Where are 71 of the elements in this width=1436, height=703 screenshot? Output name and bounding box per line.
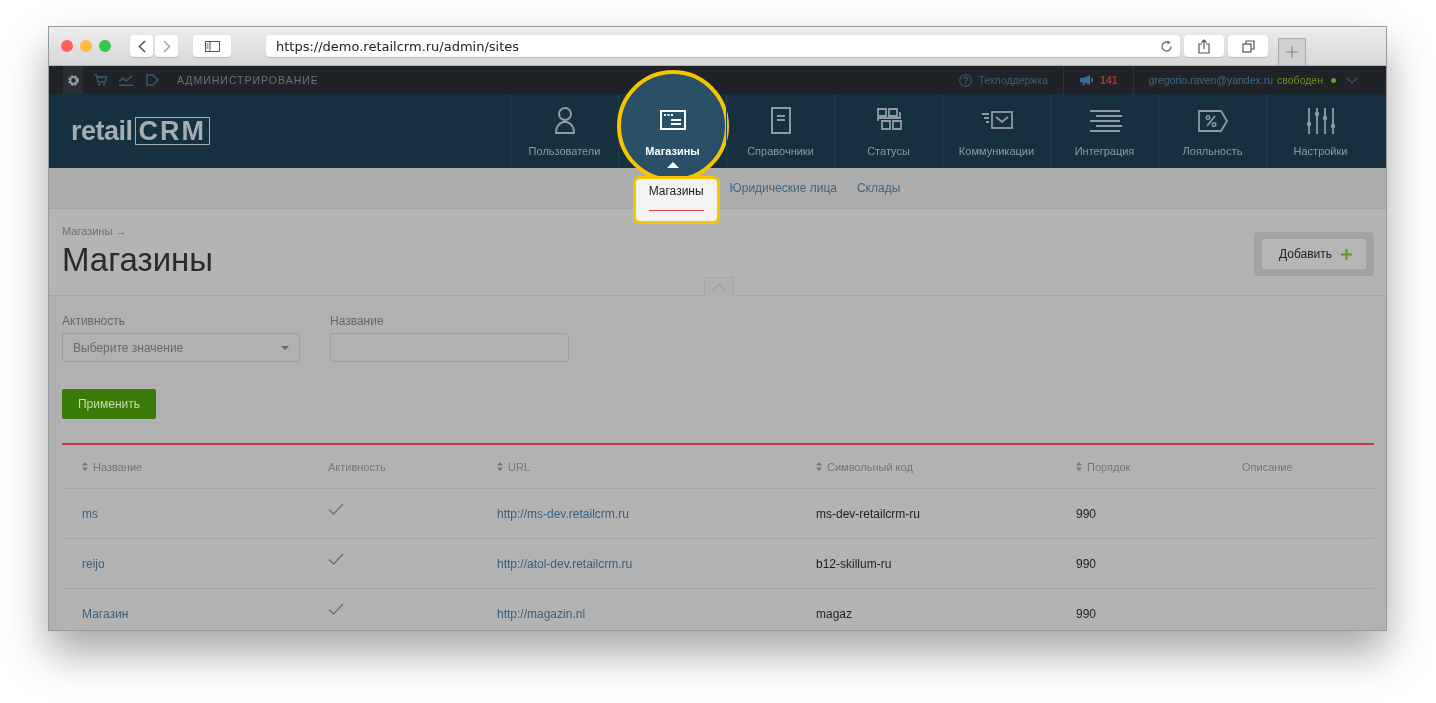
apply-button[interactable]: Применить (62, 389, 156, 419)
add-button[interactable]: Добавить (1261, 239, 1366, 269)
column-header[interactable]: Название (62, 460, 308, 473)
share-icon (1198, 38, 1210, 54)
nav-item[interactable]: Пользователи (511, 94, 618, 168)
new-tab-button[interactable] (1278, 38, 1306, 65)
column-header: Активность (327, 460, 387, 473)
logo[interactable]: retail CRM (71, 115, 211, 147)
share-button[interactable] (1184, 35, 1224, 57)
nav-item[interactable]: Справочники (727, 94, 834, 168)
tabs-button[interactable] (1228, 35, 1268, 57)
table-cell-text: 990 (1076, 606, 1098, 621)
megaphone-icon[interactable] (1079, 74, 1095, 86)
sort-icon (1076, 462, 1082, 471)
help-icon[interactable] (959, 73, 973, 87)
sub-tab[interactable]: Магазины (632, 176, 720, 224)
sub-tab[interactable]: Юридические лица (719, 173, 847, 203)
nav-item[interactable]: Коммуникации (943, 94, 1050, 168)
minimize-icon[interactable] (80, 40, 92, 52)
status-dot (1331, 77, 1336, 83)
forward-icon (162, 39, 171, 53)
sort-icon (816, 462, 822, 471)
table-cell-text: 990 (1076, 556, 1098, 571)
table-cell-text: 990 (1076, 506, 1098, 521)
tabs-icon (1241, 39, 1255, 53)
notification-count[interactable]: 141 (1100, 74, 1118, 86)
sidebar-button[interactable] (193, 35, 231, 57)
sidebar-icon (204, 40, 220, 52)
sort-icon (82, 462, 88, 471)
url-link[interactable]: http://atol-dev.retailcrm.ru (497, 556, 816, 571)
nav-item[interactable]: Настройки (1267, 94, 1374, 168)
nav-item[interactable]: Интеграция (1051, 94, 1158, 168)
reload-icon[interactable] (1160, 39, 1173, 53)
field-label: Название (330, 314, 385, 328)
table-cell-text: ms-dev-retailcrm-ru (816, 506, 921, 521)
url-link[interactable]: http://ms-dev.retailcrm.ru (497, 506, 816, 521)
field-label: Активность (62, 314, 126, 328)
column-header: Описание (1242, 460, 1293, 473)
url-text: https://demo.retailcrm.ru/admin/sites (276, 38, 520, 54)
close-icon[interactable] (61, 40, 73, 52)
url-link[interactable]: http://magazin.nl (497, 606, 816, 621)
chevron-down-icon[interactable] (1346, 76, 1358, 84)
column-header[interactable]: Символьный код (816, 460, 1076, 473)
activity-select[interactable]: Выберите значение (62, 333, 300, 362)
column-header[interactable]: Порядок (1076, 460, 1242, 473)
plus-icon (1286, 46, 1298, 58)
user-status: свободен (1277, 74, 1323, 86)
nav-item[interactable]: Лояльность (1159, 94, 1266, 168)
settings-icon[interactable] (63, 66, 83, 94)
back-icon (137, 39, 146, 53)
section-label: АДМИНИСТРИРОВАНИЕ (177, 74, 319, 86)
user-email[interactable]: gregorio.raven@yandex.ru (1148, 74, 1274, 86)
address-bar[interactable]: https://demo.retailcrm.ru/admin/sites (266, 35, 1180, 57)
shop-name-link[interactable]: reijo (62, 556, 308, 571)
collapse-tab[interactable] (704, 277, 734, 296)
column-header[interactable]: URL (497, 460, 816, 473)
page-title: Магазины (62, 241, 213, 279)
support-link[interactable]: Техподдержка (978, 74, 1049, 86)
shop-name-link[interactable]: Магазин (62, 606, 308, 621)
table-cell-text: b12-skillum-ru (816, 556, 893, 571)
table-cell-text: magaz (816, 606, 854, 621)
shop-name-link[interactable]: ms (62, 506, 308, 521)
breadcrumb[interactable]: Магазины → (62, 225, 213, 237)
sub-tab[interactable]: Склады (846, 173, 911, 203)
nav-item[interactable]: Статусы (835, 94, 942, 168)
sort-icon (497, 462, 503, 471)
zoom-icon[interactable] (99, 40, 111, 52)
plus-icon (1341, 248, 1352, 260)
back-button[interactable] (130, 35, 153, 57)
dropdown-arrow-icon (281, 345, 289, 350)
chevron-up-icon (712, 283, 726, 291)
